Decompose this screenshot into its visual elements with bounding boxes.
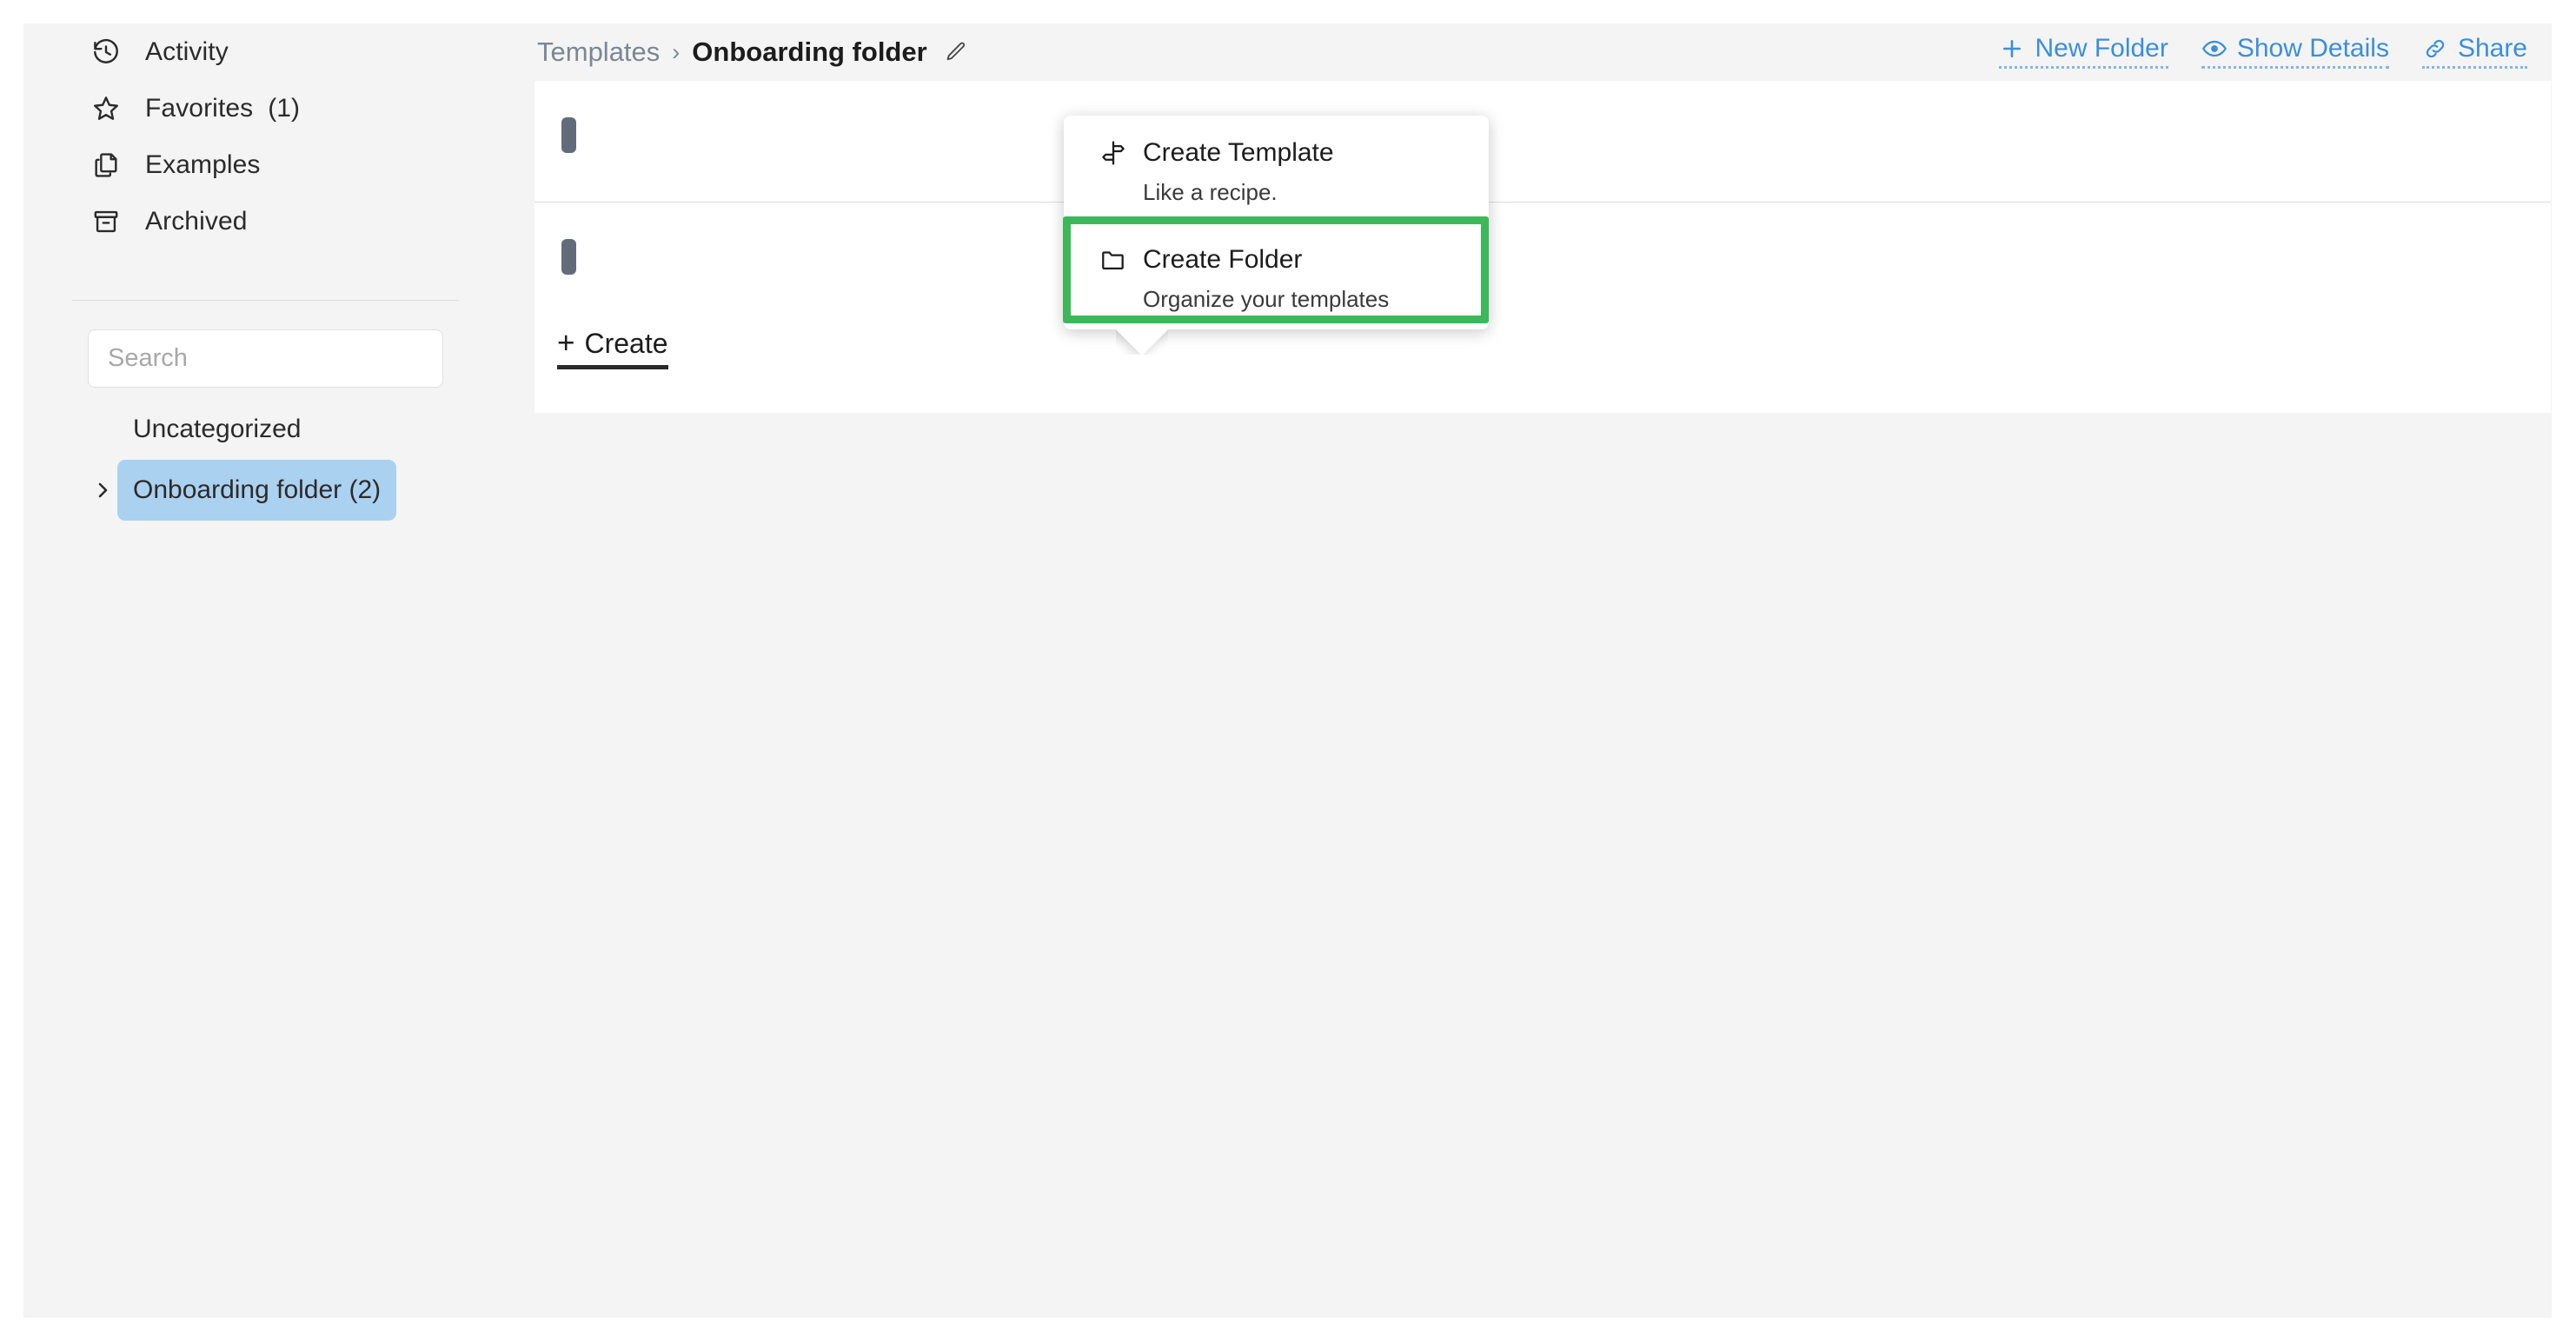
copy-icon (90, 149, 123, 182)
signpost-icon (1099, 138, 1128, 168)
app-window: Activity Favorites (1) Examples Archived… (23, 23, 2552, 1318)
popup-pointer-tail (1116, 329, 1168, 355)
archive-icon (90, 205, 123, 238)
breadcrumb-separator: › (672, 38, 681, 65)
folder-label: Uncategorized (133, 415, 302, 443)
sidebar-item-examples[interactable]: Examples (23, 136, 511, 193)
breadcrumb-root[interactable]: Templates (537, 37, 660, 68)
breadcrumb: Templates › Onboarding folder (537, 37, 969, 68)
sidebar-item-label: Favorites (145, 93, 254, 123)
main-area: Templates › Onboarding folder New Folder… (511, 23, 2552, 1318)
sidebar: Activity Favorites (1) Examples Archived… (23, 23, 511, 1318)
breadcrumb-current: Onboarding folder (692, 37, 927, 67)
create-menu-popup: Create Template Like a recipe. Create Fo… (1064, 116, 1489, 329)
favorites-count: (1) (268, 93, 300, 123)
folder-icon (1099, 245, 1128, 275)
sidebar-item-label: Activity (145, 37, 229, 66)
menu-item-subtitle: Organize your templates (1143, 286, 1390, 312)
star-icon (90, 92, 123, 125)
row-marker (561, 117, 576, 153)
new-folder-button[interactable]: New Folder (1999, 36, 2168, 69)
menu-item-header: Create Template (1064, 138, 1489, 168)
sidebar-item-favorites[interactable]: Favorites (1) (23, 80, 511, 136)
history-icon (90, 36, 123, 69)
table-row[interactable] (534, 81, 2551, 202)
menu-item-create-folder[interactable]: Create Folder Organize your templates (1064, 223, 1489, 329)
folder-label: Onboarding folder (2) (117, 460, 397, 521)
sidebar-item-label: Examples (145, 149, 261, 179)
eye-icon (2201, 36, 2227, 62)
row-marker (561, 239, 576, 275)
create-button-label: Create (584, 327, 668, 359)
menu-item-header: Create Folder (1064, 245, 1489, 275)
chevron-right-icon[interactable] (90, 477, 116, 503)
show-details-label: Show Details (2236, 34, 2389, 63)
folder-list: Uncategorized Onboarding folder (2) (23, 399, 511, 521)
pencil-icon[interactable] (943, 39, 969, 65)
show-details-button[interactable]: Show Details (2201, 36, 2389, 69)
screenshot-root: Activity Favorites (1) Examples Archived… (0, 0, 2576, 1342)
link-icon (2422, 36, 2448, 62)
sidebar-item-archived[interactable]: Archived (23, 193, 511, 249)
panel-footer: + Create (534, 322, 2551, 413)
top-bar-actions: New Folder Show Details Share (1966, 36, 2527, 69)
content-panel: + Create (534, 81, 2551, 413)
search-field-wrapper (88, 329, 443, 388)
menu-item-create-template[interactable]: Create Template Like a recipe. (1064, 116, 1489, 223)
plus-icon: + (557, 326, 575, 360)
menu-item-subtitle: Like a recipe. (1143, 179, 1278, 205)
menu-item-title: Create Template (1143, 138, 1334, 167)
folder-row-uncategorized[interactable]: Uncategorized (23, 399, 511, 460)
sidebar-divider (72, 300, 459, 301)
sidebar-item-activity[interactable]: Activity (23, 23, 511, 80)
folder-row-onboarding[interactable]: Onboarding folder (2) (23, 460, 511, 521)
new-folder-label: New Folder (2035, 34, 2168, 63)
sidebar-item-label: Archived (145, 206, 248, 236)
search-input[interactable] (88, 329, 443, 388)
share-label: Share (2457, 34, 2527, 63)
create-button[interactable]: + Create (557, 328, 668, 369)
plus-icon (1999, 36, 2025, 62)
top-bar: Templates › Onboarding folder New Folder… (511, 23, 2552, 81)
table-row[interactable] (534, 202, 2551, 322)
menu-item-title: Create Folder (1143, 245, 1303, 274)
sidebar-nav-list: Activity Favorites (1) Examples Archived (23, 23, 511, 249)
share-button[interactable]: Share (2421, 34, 2527, 69)
